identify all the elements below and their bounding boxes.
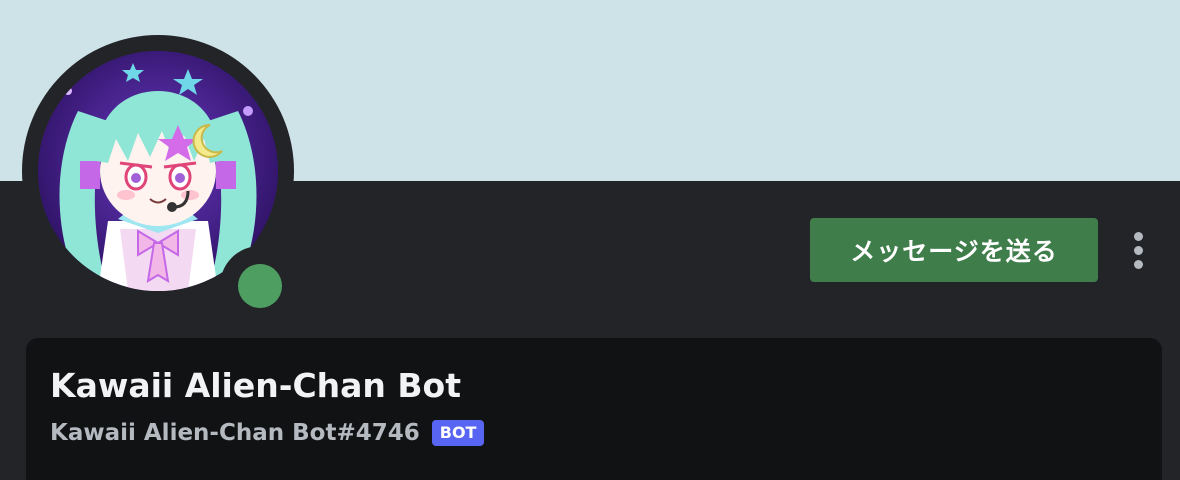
status-indicator bbox=[220, 246, 300, 326]
more-dot bbox=[1133, 231, 1143, 241]
bot-badge: BOT bbox=[431, 420, 485, 446]
username-row: Kawaii Alien-Chan Bot#4746 BOT bbox=[50, 420, 485, 446]
profile-info-card: Kawaii Alien-Chan Bot Kawaii Alien-Chan … bbox=[26, 338, 1162, 480]
more-dot bbox=[1133, 259, 1143, 269]
display-name: Kawaii Alien-Chan Bot bbox=[50, 366, 462, 405]
more-vertical-icon[interactable] bbox=[1120, 226, 1156, 274]
avatar-frame bbox=[22, 35, 300, 326]
online-status-icon bbox=[238, 264, 282, 308]
user-profile: メッセージを送る Kawaii Alien-Chan Bot Kawaii Al… bbox=[0, 0, 1180, 480]
username: Kawaii Alien-Chan Bot#4746 bbox=[50, 420, 420, 446]
send-message-button[interactable]: メッセージを送る bbox=[810, 218, 1098, 282]
more-dot bbox=[1133, 245, 1143, 255]
